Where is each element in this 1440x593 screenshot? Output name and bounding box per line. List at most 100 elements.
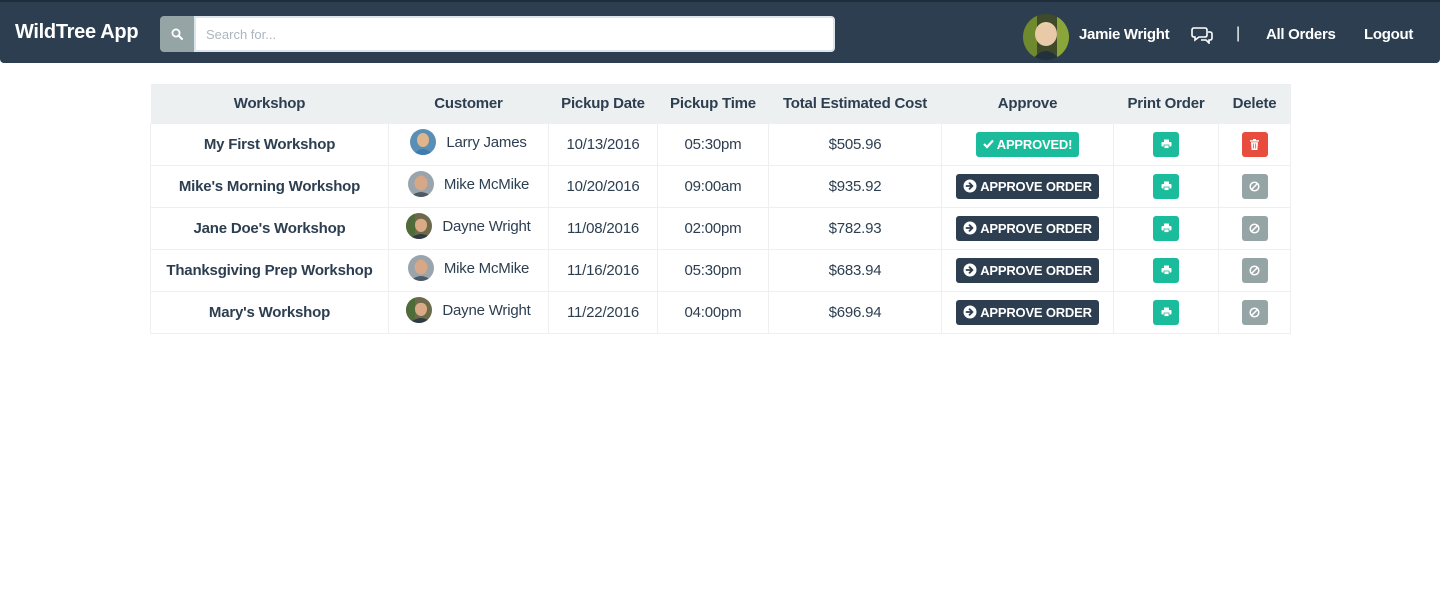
delete-disabled-button[interactable] [1241, 215, 1268, 241]
app-brand[interactable]: WildTree App [15, 21, 139, 44]
search-input[interactable] [194, 16, 835, 52]
user-avatar[interactable] [1023, 14, 1069, 60]
customer-avatar [406, 213, 433, 239]
table-row: Thanksgiving Prep Workshop Mike McMike 1… [150, 248, 1291, 292]
print-order-button[interactable] [1153, 131, 1179, 157]
approve-cell: APPROVE ORDER [941, 206, 1114, 250]
approved-button[interactable]: APPROVED! [975, 131, 1080, 157]
header-print-order: Print Order [1113, 84, 1219, 123]
table-row: Mary's Workshop Dayne Wright 11/22/2016 … [150, 290, 1291, 334]
approve-order-button[interactable]: APPROVE ORDER [956, 257, 1099, 283]
pickup-date-cell: 11/08/2016 [548, 206, 658, 250]
approve-order-label: APPROVE ORDER [980, 304, 1092, 320]
pickup-date-cell: 10/13/2016 [548, 122, 658, 166]
approve-cell: APPROVE ORDER [941, 248, 1114, 292]
delete-cell [1218, 206, 1291, 250]
approve-order-label: APPROVE ORDER [980, 178, 1092, 194]
print-order-button[interactable] [1153, 299, 1179, 325]
table-header-row: Workshop Customer Pickup Date Pickup Tim… [150, 84, 1291, 123]
customer-cell: Larry James [388, 122, 549, 166]
pickup-time-cell: 05:30pm [657, 248, 769, 292]
approve-order-label: APPROVE ORDER [980, 262, 1092, 278]
total-cost-cell: $505.96 [768, 122, 942, 166]
table-row: My First Workshop Larry James 10/13/2016… [150, 122, 1291, 166]
nav-separator: | [1236, 25, 1241, 42]
orders-table: Workshop Customer Pickup Date Pickup Tim… [150, 84, 1291, 334]
workshop-cell: Jane Doe's Workshop [150, 206, 389, 250]
workshop-cell: Mary's Workshop [150, 290, 389, 334]
header-pickup-time: Pickup Time [657, 84, 769, 123]
approve-order-label: APPROVE ORDER [980, 220, 1092, 236]
chat-icon[interactable] [1191, 26, 1213, 44]
customer-cell: Dayne Wright [388, 206, 549, 250]
all-orders-link[interactable]: All Orders [1266, 26, 1336, 43]
approve-order-button[interactable]: APPROVE ORDER [956, 215, 1099, 241]
print-cell [1113, 290, 1219, 334]
customer-avatar [410, 129, 437, 155]
approve-cell: APPROVE ORDER [941, 290, 1114, 334]
customer-name: Larry James [446, 133, 527, 151]
search-icon [171, 28, 183, 40]
print-order-button[interactable] [1153, 215, 1179, 241]
customer-cell: Dayne Wright [388, 290, 549, 334]
delete-disabled-button[interactable] [1241, 257, 1268, 283]
check-icon [982, 139, 994, 149]
pickup-time-cell: 05:30pm [657, 122, 769, 166]
ban-icon [1249, 222, 1260, 234]
pickup-time-cell: 09:00am [657, 164, 769, 208]
workshop-cell: Mike's Morning Workshop [150, 164, 389, 208]
customer-cell: Mike McMike [388, 248, 549, 292]
customer-avatar [407, 171, 434, 197]
arrow-circle-right-icon [963, 221, 977, 235]
top-navbar: WildTree App Jamie Wright | All Orders L… [0, 0, 1440, 63]
delete-disabled-button[interactable] [1241, 173, 1268, 199]
print-cell [1113, 248, 1219, 292]
workshop-cell: Thanksgiving Prep Workshop [150, 248, 389, 292]
customer-name: Dayne Wright [442, 301, 531, 319]
total-cost-cell: $696.94 [768, 290, 942, 334]
print-cell [1113, 122, 1219, 166]
customer-name: Mike McMike [443, 175, 530, 193]
user-name[interactable]: Jamie Wright [1079, 26, 1170, 43]
total-cost-cell: $935.92 [768, 164, 942, 208]
print-order-button[interactable] [1153, 173, 1179, 199]
print-icon [1161, 181, 1171, 191]
print-cell [1113, 164, 1219, 208]
pickup-date-cell: 11/22/2016 [548, 290, 658, 334]
delete-disabled-button[interactable] [1241, 299, 1268, 325]
pickup-time-cell: 02:00pm [657, 206, 769, 250]
approve-order-button[interactable]: APPROVE ORDER [956, 173, 1099, 199]
workshop-cell: My First Workshop [150, 122, 389, 166]
delete-cell [1218, 164, 1291, 208]
logout-link[interactable]: Logout [1364, 26, 1413, 43]
print-cell [1113, 206, 1219, 250]
ban-icon [1249, 264, 1260, 276]
arrow-circle-right-icon [963, 263, 977, 277]
ban-icon [1249, 306, 1260, 318]
pickup-date-cell: 11/16/2016 [548, 248, 658, 292]
arrow-circle-right-icon [963, 305, 977, 319]
header-total-cost: Total Estimated Cost [768, 84, 942, 123]
approved-label: APPROVED! [996, 136, 1073, 152]
trash-icon [1250, 138, 1259, 150]
print-icon [1161, 265, 1171, 275]
ban-icon [1249, 180, 1260, 192]
print-icon [1161, 223, 1171, 233]
approve-order-button[interactable]: APPROVE ORDER [956, 299, 1099, 325]
header-customer: Customer [388, 84, 549, 123]
customer-name: Dayne Wright [442, 217, 531, 235]
pickup-date-cell: 10/20/2016 [548, 164, 658, 208]
delete-button[interactable] [1241, 131, 1268, 157]
customer-name: Mike McMike [443, 259, 530, 277]
approve-cell: APPROVE ORDER [941, 164, 1114, 208]
customer-avatar [407, 255, 434, 281]
customer-avatar [406, 297, 433, 323]
print-order-button[interactable] [1153, 257, 1179, 283]
search-button[interactable] [160, 16, 194, 52]
print-icon [1161, 307, 1171, 317]
header-delete: Delete [1218, 84, 1291, 123]
header-approve: Approve [941, 84, 1114, 123]
delete-cell [1218, 248, 1291, 292]
table-row: Mike's Morning Workshop Mike McMike 10/2… [150, 164, 1291, 208]
print-icon [1161, 139, 1171, 149]
